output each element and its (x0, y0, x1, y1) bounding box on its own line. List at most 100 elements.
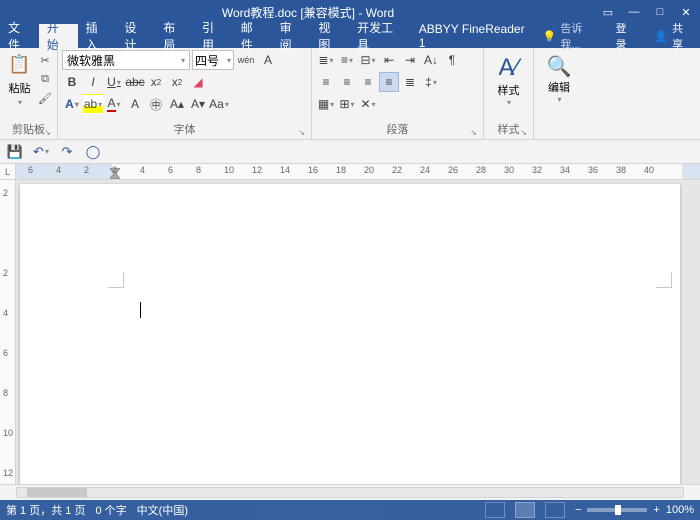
show-marks-button[interactable]: ¶ (442, 50, 462, 70)
align-center-button[interactable]: ≡ (337, 72, 357, 92)
scrollbar-thumb[interactable] (27, 488, 87, 497)
paragraph-launcher[interactable]: ↘ (470, 128, 477, 137)
paste-button[interactable]: 📋 粘贴 ▾ (4, 50, 35, 107)
paste-label: 粘贴 (9, 80, 31, 96)
tab-insert[interactable]: 插入 (78, 24, 117, 48)
tab-review[interactable]: 审阅 (272, 24, 311, 48)
align-right-button[interactable]: ≡ (358, 72, 378, 92)
vertical-ruler[interactable]: 224681012 (0, 180, 16, 484)
ruler-v-tick: 10 (3, 428, 13, 438)
view-web-layout[interactable] (545, 502, 565, 518)
line-spacing-button[interactable]: ‡▾ (421, 72, 441, 92)
font-size-combo[interactable]: 四号▾ (192, 50, 234, 70)
tab-selector[interactable]: L (0, 164, 16, 179)
pinyin-icon: wén (238, 55, 255, 65)
horizontal-ruler[interactable]: 642246810121416182022242628303234363840 (16, 164, 700, 179)
view-read-mode[interactable] (485, 502, 505, 518)
tab-view[interactable]: 视图 (310, 24, 349, 48)
margin-corner-tl (108, 272, 124, 288)
undo-button[interactable]: ↶▾ (32, 143, 50, 161)
clear-formatting-button[interactable]: ◢ (188, 72, 208, 92)
ruler-h-tick: 8 (196, 165, 201, 175)
tab-design[interactable]: 设计 (116, 24, 155, 48)
group-editing-label (538, 124, 580, 139)
phonetic-guide-button[interactable]: wén (236, 50, 256, 70)
editing-button[interactable]: 🔍 编辑 ▾ (538, 50, 580, 104)
superscript-button[interactable]: x2 (167, 72, 187, 92)
multilevel-list-button[interactable]: ⊟▾ (358, 50, 378, 70)
tab-home[interactable]: 开始 (39, 24, 78, 48)
zoom-level[interactable]: 100% (666, 504, 694, 516)
shading-button[interactable]: ▦▾ (316, 94, 336, 114)
maximize-icon[interactable]: □ (648, 0, 672, 24)
sort-button[interactable]: A↓ (421, 50, 441, 70)
bold-button[interactable]: B (62, 72, 82, 92)
highlight-button[interactable]: ab▾ (83, 94, 103, 114)
bullets-button[interactable]: ≣▾ (316, 50, 336, 70)
horizontal-scrollbar[interactable] (0, 484, 700, 500)
distributed-button[interactable]: ≣ (400, 72, 420, 92)
format-painter-button[interactable]: 🖌 (37, 90, 53, 106)
group-font-label: 字体↘ (62, 120, 307, 139)
grow-font-button[interactable]: A▴ (167, 94, 187, 114)
ruler-h-tick: 34 (560, 165, 570, 175)
font-size-value: 四号 (195, 52, 219, 69)
clipboard-launcher[interactable]: ↘ (44, 128, 51, 137)
copy-button[interactable]: ⧉ (37, 71, 53, 87)
zoom-in-button[interactable]: + (653, 504, 659, 516)
ruler-h-tick: 4 (140, 165, 145, 175)
numbering-button[interactable]: ≡▾ (337, 50, 357, 70)
ruler-h-tick: 6 (28, 165, 33, 175)
decrease-indent-button[interactable]: ⇤ (379, 50, 399, 70)
cut-button[interactable]: ✂ (37, 52, 53, 68)
clipboard-icon: 📋 (6, 50, 34, 78)
styles-icon: A⁄ (498, 54, 518, 82)
ruler-v-tick: 2 (3, 268, 8, 278)
asian-layout-button[interactable]: ✕▾ (358, 94, 378, 114)
enclose-char-button[interactable]: ㊥ (146, 94, 166, 114)
login-button[interactable]: 登录 (606, 24, 647, 48)
text-effects-button[interactable]: A▾ (62, 94, 82, 114)
status-words[interactable]: 0 个字 (95, 502, 126, 518)
font-color-button[interactable]: A▾ (104, 94, 124, 114)
change-case-button[interactable]: Aa▾ (209, 94, 229, 114)
view-print-layout[interactable] (515, 502, 535, 518)
tab-file[interactable]: 文件 (0, 24, 39, 48)
char-border-button[interactable]: A (258, 50, 278, 70)
strikethrough-button[interactable]: abc (125, 72, 145, 92)
underline-button[interactable]: U▾ (104, 72, 124, 92)
tab-abbyy[interactable]: ABBYY FineReader 1 (411, 24, 537, 48)
save-button[interactable]: 💾 (6, 143, 24, 161)
italic-button[interactable]: I (83, 72, 103, 92)
font-launcher[interactable]: ↘ (298, 128, 305, 137)
tab-layout[interactable]: 布局 (155, 24, 194, 48)
styles-launcher[interactable]: ↘ (520, 128, 527, 137)
zoom-out-button[interactable]: − (575, 504, 581, 516)
shrink-font-button[interactable]: A▾ (188, 94, 208, 114)
ruler-h-tick: 36 (588, 165, 598, 175)
borders-button[interactable]: ⊞▾ (337, 94, 357, 114)
qat-custom-button[interactable]: ◯ (84, 143, 102, 161)
redo-button[interactable]: ↷ (58, 143, 76, 161)
align-left-button[interactable]: ≡ (316, 72, 336, 92)
document-canvas[interactable] (16, 180, 700, 484)
share-button[interactable]: 👤 共享 (646, 24, 700, 48)
tell-me-search[interactable]: 💡 告诉我... (537, 24, 606, 48)
status-page[interactable]: 第 1 页，共 1 页 (6, 502, 85, 518)
char-shading-button[interactable]: A (125, 94, 145, 114)
subscript-button[interactable]: x2 (146, 72, 166, 92)
tab-developer[interactable]: 开发工具 (349, 24, 411, 48)
ruler-h-tick: 40 (644, 165, 654, 175)
align-justify-button[interactable]: ≡ (379, 72, 399, 92)
document-page[interactable] (20, 184, 680, 484)
increase-indent-button[interactable]: ⇥ (400, 50, 420, 70)
font-name-value: 微软雅黑 (67, 52, 115, 69)
status-language[interactable]: 中文(中国) (137, 502, 188, 518)
brush-icon: 🖌 (38, 92, 52, 105)
tab-references[interactable]: 引用 (194, 24, 233, 48)
zoom-slider[interactable] (587, 508, 647, 512)
font-name-combo[interactable]: 微软雅黑▾ (62, 50, 190, 70)
tab-mailings[interactable]: 邮件 (233, 24, 272, 48)
styles-button[interactable]: A⁄ 样式 ▾ (488, 50, 529, 107)
ruler-h-tick: 10 (224, 165, 234, 175)
